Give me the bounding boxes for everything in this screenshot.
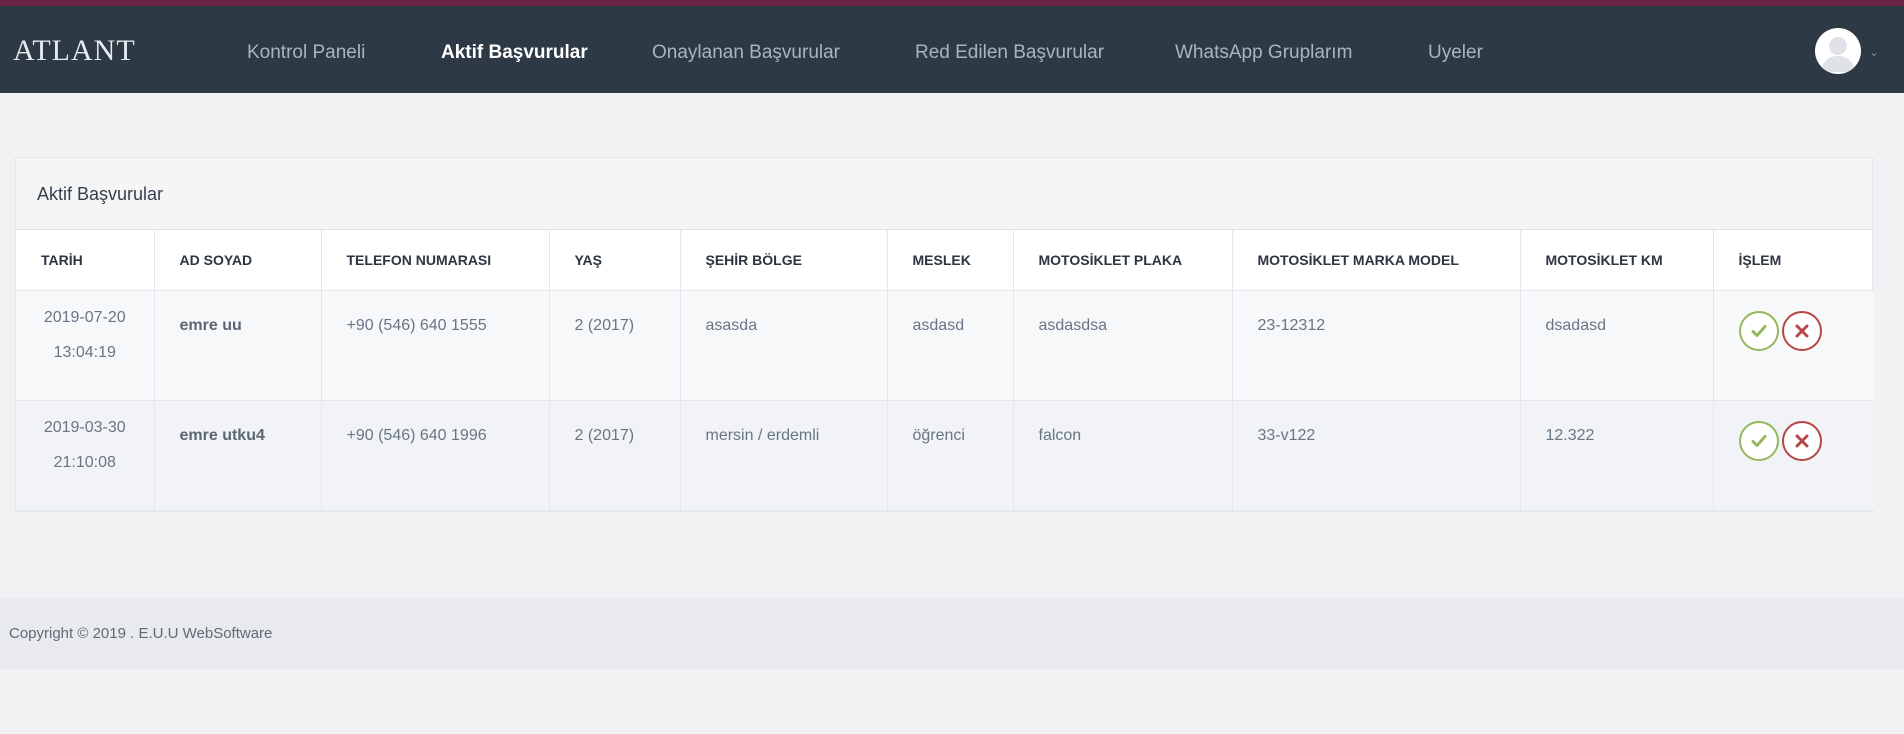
column-header-meslek[interactable]: MESLEK [887,230,1014,291]
cell-age: 2 (2017) [549,290,681,401]
nav-item-uyeler[interactable]: Uyeler [1428,42,1483,64]
approve-button[interactable] [1738,420,1779,461]
cell-age: 2 (2017) [549,400,681,511]
column-header-marka-model[interactable]: MOTOSİKLET MARKA MODEL [1232,230,1521,291]
column-header-sehir-bolge[interactable]: ŞEHİR BÖLGE [680,230,888,291]
column-header-km[interactable]: MOTOSİKLET KM [1520,230,1714,291]
column-header-tarih[interactable]: TARİH [16,230,155,291]
cell-actions [1713,290,1874,401]
cell-plate: asdasdsa [1013,290,1233,401]
table-row: 2019-07-20 13:04:19 emre uu +90 (546) 64… [16,290,1874,401]
cell-job: öğrenci [887,400,1014,511]
copyright-text: Copyright © 2019 . E.U.U WebSoftware [9,625,273,642]
cell-date: 2019-03-30 21:10:08 [16,400,155,511]
approve-button[interactable] [1738,310,1779,351]
applications-table: TARİH AD SOYAD TELEFON NUMARASI YAŞ ŞEHİ… [16,230,1874,511]
cell-job: asdasd [887,290,1014,401]
panel-title: Aktif Başvurular [16,158,1872,230]
top-navbar: ATLANT Kontrol Paneli Aktif Başvurular O… [0,0,1904,93]
nav-item-red-edilen-basvurular[interactable]: Red Edilen Başvurular [915,42,1104,64]
page-footer: Copyright © 2019 . E.U.U WebSoftware [0,598,1904,669]
cell-plate: falcon [1013,400,1233,511]
column-header-plaka[interactable]: MOTOSİKLET PLAKA [1013,230,1233,291]
column-header-ad-soyad[interactable]: AD SOYAD [154,230,322,291]
app-logo[interactable]: ATLANT [13,34,136,68]
cell-actions [1713,400,1874,511]
cell-km: 12.322 [1520,400,1714,511]
cell-date-day: 2019-03-30 [43,418,126,436]
check-icon [1751,434,1766,447]
chevron-down-icon[interactable]: ⌄ [1869,45,1879,59]
cell-city: asasda [680,290,888,401]
cell-name: emre utku4 [154,400,322,511]
nav-item-kontrol-paneli[interactable]: Kontrol Paneli [247,42,365,64]
column-header-islem: İŞLEM [1713,230,1874,291]
cell-name: emre uu [154,290,322,401]
reject-button[interactable] [1781,310,1822,351]
nav-item-whatsapp-gruplarim[interactable]: WhatsApp Gruplarım [1175,42,1352,64]
reject-button[interactable] [1781,420,1822,461]
table-header-row: TARİH AD SOYAD TELEFON NUMARASI YAŞ ŞEHİ… [16,230,1874,291]
table-row: 2019-03-30 21:10:08 emre utku4 +90 (546)… [16,400,1874,511]
cell-km: dsadasd [1520,290,1714,401]
cell-phone: +90 (546) 640 1555 [321,290,550,401]
cell-date-time: 21:10:08 [53,453,116,471]
cell-model: 23-12312 [1232,290,1521,401]
column-header-yas[interactable]: YAŞ [549,230,681,291]
nav-item-onaylanan-basvurular[interactable]: Onaylanan Başvurular [652,42,840,64]
user-avatar[interactable] [1815,28,1861,74]
user-avatar-icon [1821,37,1855,72]
column-header-telefon[interactable]: TELEFON NUMARASI [321,230,550,291]
applications-panel: Aktif Başvurular TARİH AD SOYAD TELEFON … [15,157,1874,512]
cell-model: 33-v122 [1232,400,1521,511]
cell-phone: +90 (546) 640 1996 [321,400,550,511]
close-icon [1795,324,1808,337]
check-icon [1751,324,1766,337]
cell-date-day: 2019-07-20 [43,308,126,326]
nav-item-aktif-basvurular[interactable]: Aktif Başvurular [441,42,588,64]
cell-city: mersin / erdemli [680,400,888,511]
cell-date: 2019-07-20 13:04:19 [16,290,155,401]
cell-date-time: 13:04:19 [53,343,116,361]
close-icon [1795,434,1808,447]
